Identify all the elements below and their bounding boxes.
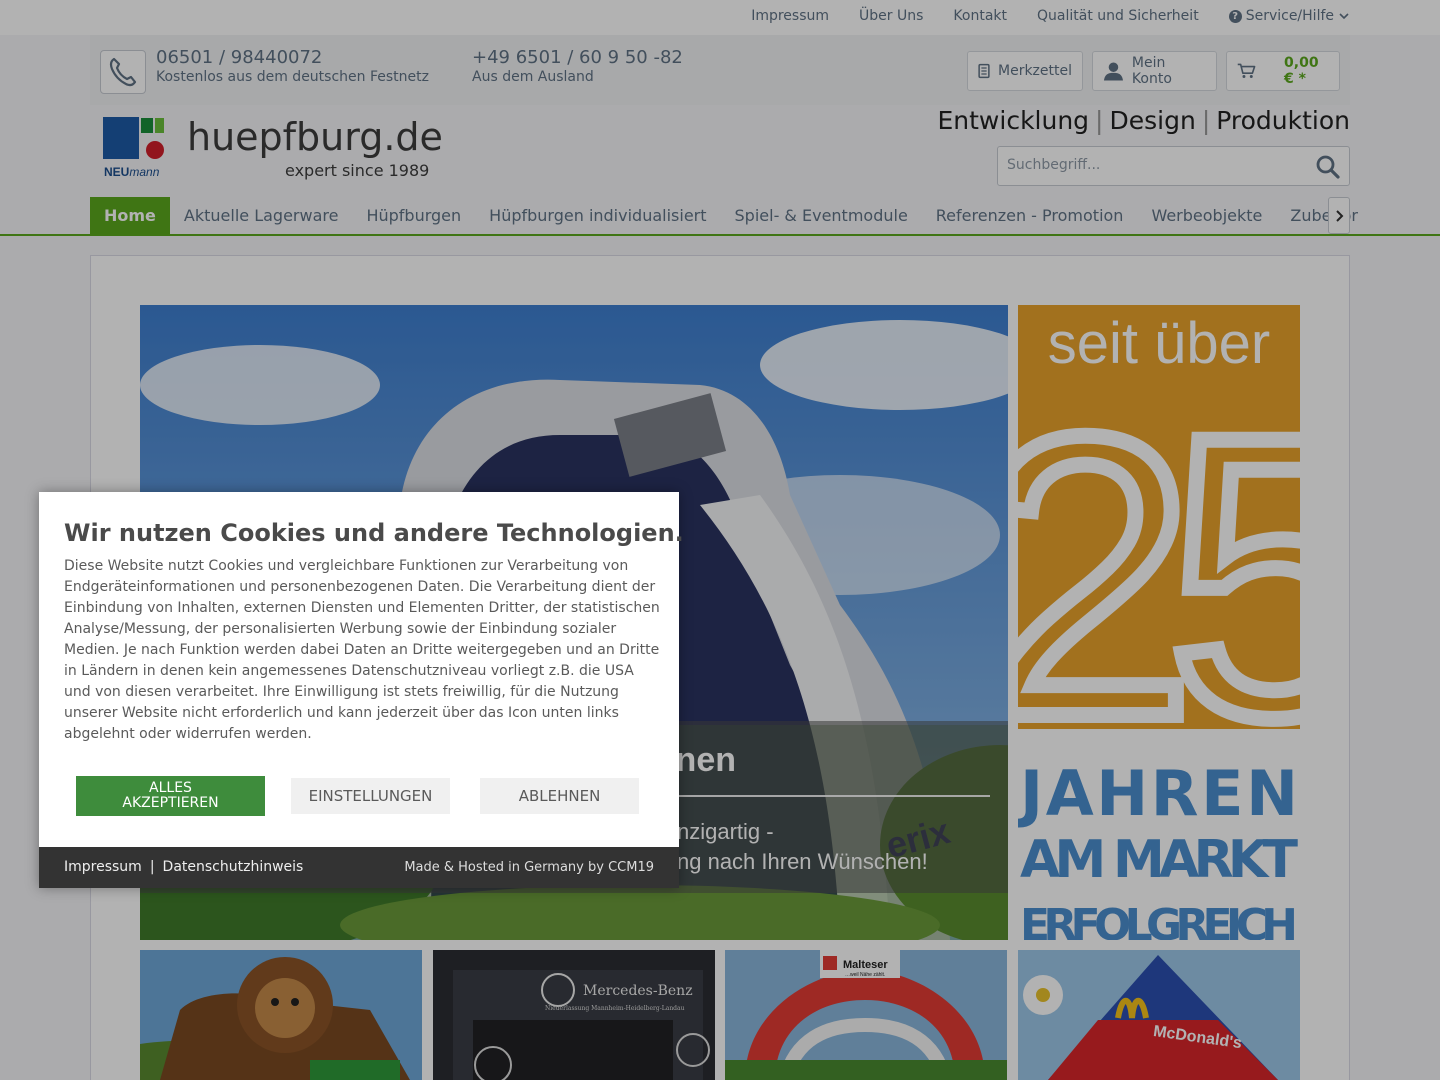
cookie-privacy-link[interactable]: Datenschutzhinweis bbox=[163, 859, 304, 875]
cookie-footer: Impressum | Datenschutzhinweis Made & Ho… bbox=[39, 847, 679, 888]
cookie-text: Diese Website nutzt Cookies und vergleic… bbox=[64, 558, 660, 742]
cookie-consent-dialog: Wir nutzen Cookies und andere Technologi… bbox=[39, 492, 684, 888]
cookie-title: Wir nutzen Cookies und andere Technologi… bbox=[64, 519, 684, 547]
accept-all-label-line2: AKZEPTIEREN bbox=[122, 795, 219, 811]
accept-all-button[interactable]: ALLES AKZEPTIEREN bbox=[76, 776, 265, 816]
decline-button[interactable]: ABLEHNEN bbox=[480, 778, 639, 814]
cookie-footer-separator: | bbox=[149, 859, 155, 875]
cookie-impressum-link[interactable]: Impressum bbox=[64, 859, 142, 875]
accept-all-label-line1: ALLES bbox=[149, 780, 192, 796]
cookie-made-by[interactable]: Made & Hosted in Germany by CCM19 bbox=[404, 860, 654, 875]
cookie-settings-button[interactable]: EINSTELLUNGEN bbox=[291, 778, 450, 814]
